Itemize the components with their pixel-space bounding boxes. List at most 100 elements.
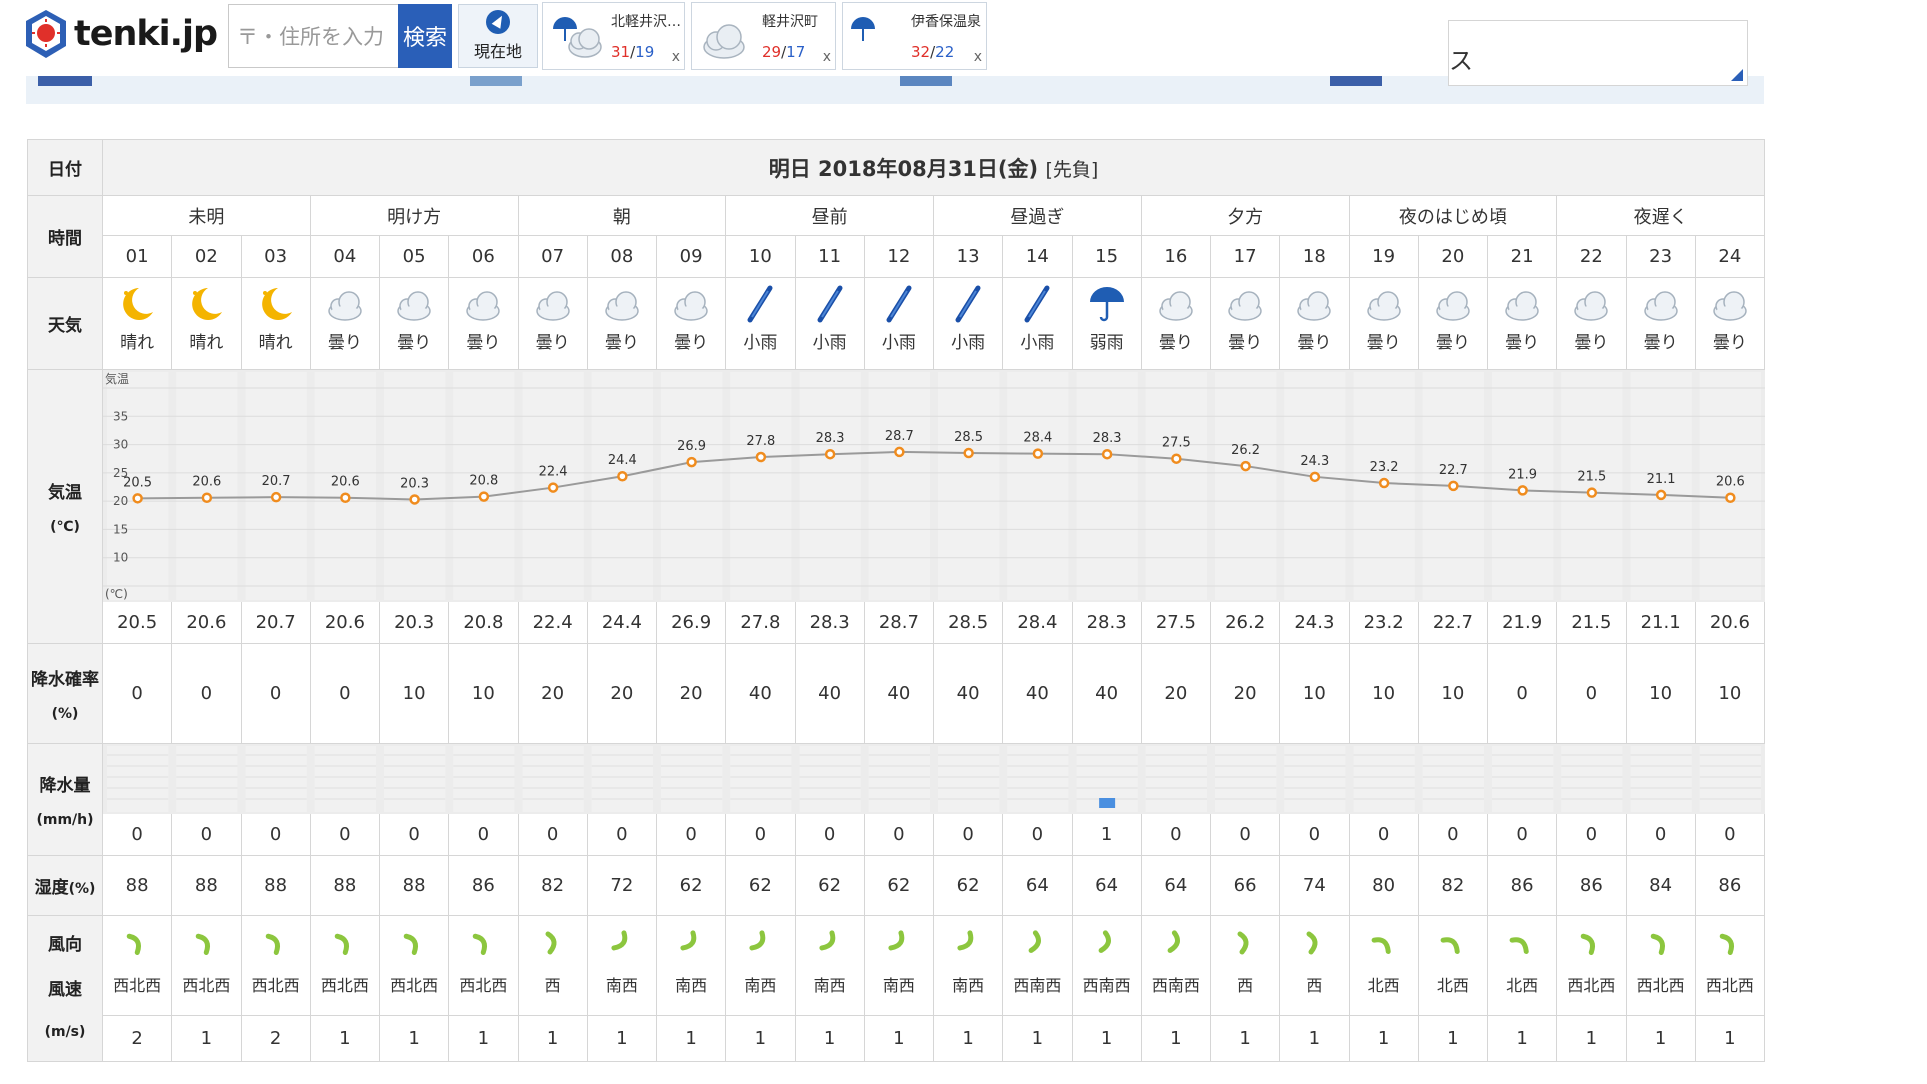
- precip-amount-cell: 0: [378, 813, 450, 856]
- weather-text: 小雨: [881, 333, 916, 353]
- weather-cell: 小雨: [932, 277, 1004, 370]
- temp-data-label: 27.8: [746, 434, 775, 449]
- weather-cell: 小雨: [1002, 277, 1073, 370]
- amount-column-bg: [868, 745, 930, 812]
- temp-data-label: 22.7: [1438, 462, 1467, 477]
- recent-point-3[interactable]: 伊香保温泉 32/22 x: [842, 2, 987, 70]
- weather-row: 天気 晴れ 晴れ 晴れ 曇り 曇り 曇り 曇り 曇り 曇り 小雨 小雨 小雨 小雨 小雨 弱雨 曇り 曇り 曇り 曇…: [27, 277, 1766, 370]
- temp-cell: 22.4: [517, 601, 588, 644]
- wind-dir-text: 西北西: [251, 976, 300, 995]
- moon-icon: [123, 288, 154, 320]
- hour-cell: 17: [1209, 235, 1281, 278]
- wind-speed-cell: 2: [101, 1015, 173, 1062]
- precip-prob-cell: 20: [586, 643, 658, 744]
- current-location-button[interactable]: 現在地: [458, 4, 538, 68]
- humidity-cell: 72: [586, 855, 658, 916]
- amount-column-bg: [729, 745, 792, 812]
- cloud-icon: [1159, 291, 1193, 321]
- humidity-cell: 62: [794, 855, 865, 916]
- humidity-cell: 62: [932, 855, 1004, 916]
- temp-data-label: 24.3: [1300, 453, 1329, 468]
- precip-prob-cell: 10: [1348, 643, 1419, 744]
- wind-speed-cell: 1: [1417, 1015, 1489, 1062]
- recent-point-2[interactable]: 軽井沢町 29/17 x: [691, 2, 836, 70]
- precip-prob-cell: 10: [1694, 643, 1766, 744]
- wind-arrow-icon: [545, 931, 557, 955]
- precip-amount-cell: 0: [863, 813, 935, 856]
- logo-text: tenki.jp: [74, 14, 218, 54]
- search-input[interactable]: 〒・住所を入力: [228, 4, 398, 68]
- temp-cell: 20.7: [240, 601, 311, 644]
- weather-text: 曇り: [1712, 333, 1747, 353]
- time-label: 時間: [27, 195, 103, 278]
- wind-speed-row: 212111111111111111111111: [28, 1015, 1766, 1062]
- chart-column-bg: [729, 371, 792, 600]
- wind-speed-cell: 1: [794, 1015, 865, 1062]
- amount-column-bg: [521, 745, 584, 812]
- period-label: 夕方: [1140, 195, 1350, 236]
- temp-data-label: 20.6: [192, 474, 221, 489]
- temp-point: [478, 490, 489, 502]
- precip-amount-cell: 0: [932, 813, 1004, 856]
- umbrella-closed-icon: [817, 285, 843, 323]
- wind-speed-cell: 1: [378, 1015, 450, 1062]
- close-icon[interactable]: x: [823, 49, 831, 65]
- temperature-chart: 気温353025201510(℃)20.5 20.6 20.7 20.6 20.3 20.…: [102, 369, 1765, 602]
- amount-column-bg: [1145, 745, 1207, 812]
- y-tick-label: 35: [112, 409, 127, 423]
- recent-point-name: 北軽井沢…: [611, 14, 681, 30]
- temp-cell: 24.3: [1279, 601, 1350, 644]
- close-icon[interactable]: x: [974, 49, 982, 65]
- search-button[interactable]: 検索: [398, 4, 452, 68]
- location-arrow-icon: [486, 10, 510, 34]
- temp-data-label: 23.2: [1369, 460, 1398, 475]
- wind-dir-cell: 北西: [1417, 915, 1489, 1016]
- temp-cell: 28.7: [863, 601, 935, 644]
- cloud-icon: [535, 291, 570, 321]
- close-icon[interactable]: x: [672, 49, 680, 65]
- recent-point-1[interactable]: 北軽井沢… 31/19 x: [542, 2, 685, 70]
- wind-speed-cell: 1: [586, 1015, 658, 1062]
- weather-text: 小雨: [951, 333, 986, 353]
- period-label: 未明: [102, 195, 311, 236]
- site-logo[interactable]: tenki.jp: [24, 8, 218, 60]
- temp-point: [1655, 489, 1666, 500]
- wind-arrow-icon: [1719, 933, 1734, 955]
- wind-dir-cell: 南西: [655, 915, 727, 1016]
- weather-cell: 曇り: [1417, 277, 1489, 370]
- humidity-cell: 84: [1625, 855, 1696, 916]
- precip-amount-cell: 0: [1417, 813, 1489, 856]
- temp-data-label: 21.5: [1577, 469, 1606, 484]
- cloud-icon: [1366, 291, 1401, 321]
- recent-point-temps: 29/17: [762, 43, 806, 61]
- hour-cell: 22: [1556, 235, 1627, 278]
- precip-prob-cell: 10: [448, 643, 519, 744]
- precip-amount-chart: [102, 743, 1765, 814]
- temp-point: [1516, 484, 1528, 496]
- weather-cell: 曇り: [1556, 277, 1627, 370]
- precip-amount-cell: 0: [1486, 813, 1558, 856]
- wind-dir-cell: 西北西: [448, 915, 519, 1016]
- ad-banner[interactable]: ス: [1448, 20, 1748, 86]
- temp-cell: 28.4: [1002, 601, 1073, 644]
- wind-label: 風向 風速 (m/s): [27, 915, 103, 1062]
- precip-amount-cell: 0: [655, 813, 727, 856]
- hour-cell: 18: [1279, 235, 1350, 278]
- temp-point: [547, 481, 558, 493]
- wind-arrow-icon: [1440, 937, 1460, 954]
- wind-dir-text: 北西: [1506, 976, 1539, 995]
- hour-cell: 23: [1625, 235, 1696, 278]
- wind-speed-cell: 1: [309, 1015, 381, 1062]
- precip-prob-cell: 40: [794, 643, 865, 744]
- weather-cell: 晴れ: [101, 277, 173, 370]
- ad-corner-icon: [1731, 69, 1743, 81]
- cloud-icon: [703, 24, 745, 59]
- amount-column-bg: [1422, 745, 1484, 812]
- temp-cell: 28.3: [1071, 601, 1142, 644]
- wind-dir-cell: 南西: [932, 915, 1004, 1016]
- hour-cell: 14: [1002, 235, 1073, 278]
- precip-amount-label: 降水量 (mm/h): [27, 743, 103, 856]
- wind-dir-row: 風向 風速 (m/s) 西北西 西北西 西北西 西北西 西北西 西北西西南西 南西 南西 南西南…: [27, 915, 1766, 1062]
- temp-point: [1239, 460, 1251, 471]
- wind-arrow-icon: [1581, 933, 1596, 955]
